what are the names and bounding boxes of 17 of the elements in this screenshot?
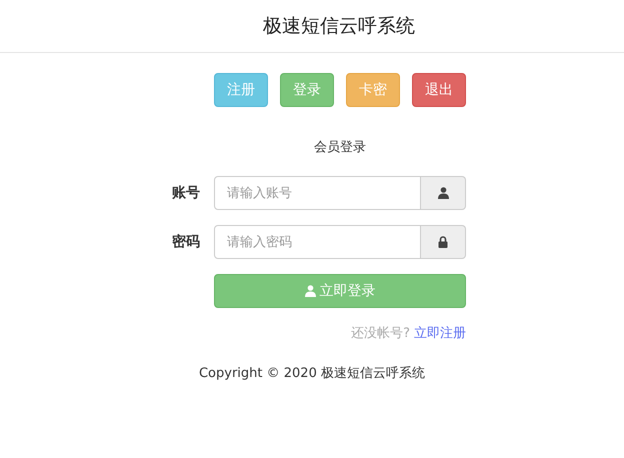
form-title: 会员登录: [314, 139, 366, 156]
input-field[interactable]: 请输入密码: [214, 225, 421, 259]
user-icon: [438, 187, 448, 199]
copyright-text: Copyright © 2020 极速短信云呼系统: [198, 366, 425, 381]
field-label: 账号: [172, 184, 200, 202]
nav-button[interactable]: 注册: [214, 73, 268, 107]
nav-button[interactable]: 卡密: [346, 73, 400, 107]
site-title: 极速短信云呼系统: [263, 14, 415, 39]
user-icon: [304, 285, 316, 297]
nav-button[interactable]: 退出: [412, 73, 466, 107]
register-prompt: 还没帐号?: [351, 326, 410, 341]
login-button[interactable]: 立即登录: [214, 274, 466, 308]
field-label: 密码: [172, 233, 200, 251]
lock-icon: [438, 236, 448, 248]
input-field[interactable]: 请输入账号: [214, 176, 421, 210]
nav-button[interactable]: 登录: [280, 73, 334, 107]
register-link[interactable]: 立即注册: [414, 326, 466, 341]
